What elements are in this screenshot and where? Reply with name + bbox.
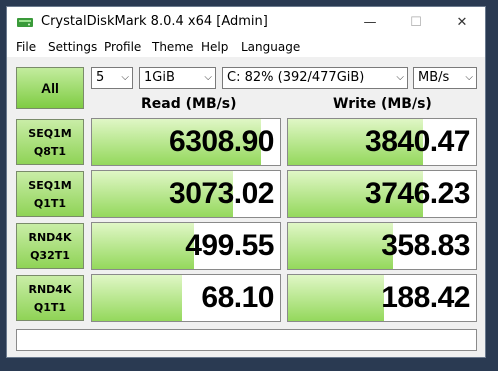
- test-queue: Q1T1: [33, 300, 67, 314]
- write-result-cell: 188.42: [287, 274, 477, 322]
- read-value: 3073.02: [169, 177, 274, 210]
- write-bar: [288, 223, 394, 269]
- unit-value: MB/s: [418, 70, 450, 85]
- minimize-button[interactable]: —: [347, 7, 393, 37]
- read-bar: [92, 275, 183, 321]
- menu-settings[interactable]: Settings: [48, 40, 97, 54]
- test-queue: Q8T1: [33, 144, 67, 158]
- test-button-seq1m-q1t1[interactable]: SEQ1M Q1T1: [16, 171, 84, 217]
- write-bar: [288, 275, 384, 321]
- test-count-select[interactable]: 5 ⌵: [91, 67, 133, 89]
- comment-field[interactable]: [16, 329, 477, 351]
- test-size-value: 1GiB: [144, 70, 175, 85]
- read-bar: [92, 223, 194, 269]
- write-value: 3746.23: [365, 177, 470, 210]
- write-result-cell: 3746.23: [287, 170, 477, 218]
- menu-file[interactable]: File: [16, 40, 36, 54]
- test-count-value: 5: [96, 70, 105, 85]
- write-column-header: Write (MB/s): [333, 96, 432, 112]
- write-result-cell: 3840.47: [287, 118, 477, 166]
- maximize-icon: ☐: [410, 14, 422, 30]
- test-button-seq1m-q8t1[interactable]: SEQ1M Q8T1: [16, 119, 84, 165]
- read-result-cell: 6308.90: [91, 118, 281, 166]
- read-result-cell: 499.55: [91, 222, 281, 270]
- benchmark-panel: All 5 ⌵ 1GiB ⌵ C: 82% (392/477GiB) ⌵ MB/…: [7, 57, 485, 357]
- close-button[interactable]: ✕: [439, 7, 485, 37]
- chevron-down-icon: ⌵: [121, 72, 129, 83]
- app-window: CrystalDiskMark 8.0.4 x64 [Admin] — ☐ ✕ …: [6, 6, 486, 358]
- test-name: SEQ1M: [28, 178, 72, 192]
- unit-select[interactable]: MB/s ⌵: [413, 67, 477, 89]
- test-queue: Q32T1: [30, 248, 70, 262]
- drive-select[interactable]: C: 82% (392/477GiB) ⌵: [222, 67, 408, 89]
- chevron-down-icon: ⌵: [465, 72, 473, 83]
- write-value: 358.83: [381, 229, 470, 262]
- read-result-cell: 3073.02: [91, 170, 281, 218]
- minimize-icon: —: [363, 14, 377, 30]
- menu-bar: File Settings Profile Theme Help Languag…: [7, 37, 485, 57]
- read-column-header: Read (MB/s): [141, 96, 237, 112]
- write-value: 188.42: [381, 281, 470, 314]
- chevron-down-icon: ⌵: [204, 72, 212, 83]
- test-name: RND4K: [28, 282, 72, 296]
- test-button-rnd4k-q1t1[interactable]: RND4K Q1T1: [16, 275, 84, 321]
- run-all-button[interactable]: All: [16, 67, 84, 109]
- menu-profile[interactable]: Profile: [104, 40, 141, 54]
- read-value: 68.10: [201, 281, 274, 314]
- read-value: 6308.90: [169, 125, 274, 158]
- drive-value: C: 82% (392/477GiB): [227, 70, 365, 85]
- test-queue: Q1T1: [33, 196, 67, 210]
- title-bar[interactable]: CrystalDiskMark 8.0.4 x64 [Admin] — ☐ ✕: [7, 7, 485, 37]
- chevron-down-icon: ⌵: [396, 72, 404, 83]
- test-size-select[interactable]: 1GiB ⌵: [139, 67, 216, 89]
- close-icon: ✕: [456, 14, 468, 30]
- test-button-rnd4k-q32t1[interactable]: RND4K Q32T1: [16, 223, 84, 269]
- menu-theme[interactable]: Theme: [152, 40, 193, 54]
- test-name: RND4K: [28, 230, 72, 244]
- write-value: 3840.47: [365, 125, 470, 158]
- maximize-button[interactable]: ☐: [393, 7, 439, 37]
- read-value: 499.55: [185, 229, 274, 262]
- write-result-cell: 358.83: [287, 222, 477, 270]
- menu-help[interactable]: Help: [201, 40, 228, 54]
- read-result-cell: 68.10: [91, 274, 281, 322]
- disk-app-icon: [17, 18, 33, 27]
- test-name: SEQ1M: [28, 126, 72, 140]
- menu-language[interactable]: Language: [241, 40, 300, 54]
- window-title: CrystalDiskMark 8.0.4 x64 [Admin]: [41, 14, 268, 29]
